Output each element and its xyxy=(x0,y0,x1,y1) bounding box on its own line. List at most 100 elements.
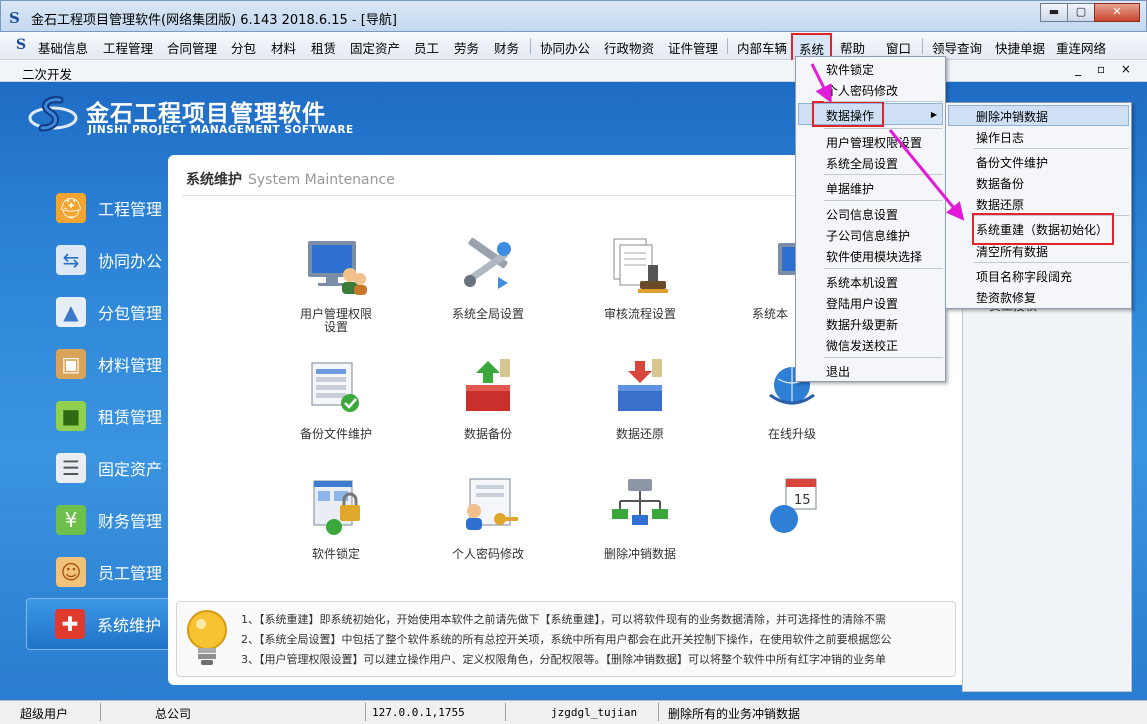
tile-calendar-globe[interactable]: 15 xyxy=(732,475,852,548)
menu-item-data-upgrade[interactable]: 数据升级更新 xyxy=(826,316,898,333)
menu-materials[interactable]: 材料 xyxy=(271,38,296,57)
menu-staff[interactable]: 员工 xyxy=(414,38,439,57)
stamp-document-icon xyxy=(613,238,668,293)
menu-item-module-select[interactable]: 软件使用模块选择 xyxy=(826,248,922,265)
menu-item-expand-project-field[interactable]: 项目名称字段阔充 xyxy=(976,268,1072,285)
maximize-button[interactable]: ▢ xyxy=(1067,3,1095,22)
menu-quick-docs[interactable]: 快捷单据 xyxy=(995,38,1045,57)
left-nav: ⛑ 工程管理 ⇆ 协同办公 ▲ 分包管理 ▣ 材料管理 ■ 租赁管理 ☰ 固定资… xyxy=(26,182,171,650)
menu-item-subsidiary-info[interactable]: 子公司信息维护 xyxy=(826,227,910,244)
menu-separator xyxy=(530,38,531,54)
secondary-toolbar: 二次开发 _ ▫ × xyxy=(0,60,1147,82)
status-server: 127.0.0.1,1755 xyxy=(372,706,465,719)
nav-materials[interactable]: ▣ 材料管理 xyxy=(26,338,171,390)
tips-text: 1、【系统重建】即系统初始化，开始使用本软件之前请先做下【系统重建】，可以将软件… xyxy=(241,610,955,670)
close-button[interactable]: ✕ xyxy=(1094,3,1140,22)
menu-basic-info[interactable]: 基础信息 xyxy=(38,38,88,57)
nav-label: 员工管理 xyxy=(98,564,163,583)
menu-item-document-maintenance[interactable]: 单据维护 xyxy=(826,180,874,197)
menu-separator xyxy=(727,38,728,54)
menu-certificates[interactable]: 证件管理 xyxy=(668,38,718,57)
nav-lease[interactable]: ■ 租赁管理 xyxy=(26,390,171,442)
red-annotation-box xyxy=(972,213,1114,245)
menu-item-user-permission[interactable]: 用户管理权限设置 xyxy=(826,134,922,151)
window-titlebar: S 金石工程项目管理软件(网络集团版) 6.143 2018.6.15 - [导… xyxy=(0,0,1147,32)
menu-contract-management[interactable]: 合同管理 xyxy=(167,38,217,57)
nav-staff[interactable]: ☺ 员工管理 xyxy=(26,546,171,598)
menu-item-global-settings[interactable]: 系统全局设置 xyxy=(826,155,898,172)
nav-finance[interactable]: ¥ 财务管理 xyxy=(26,494,171,546)
nav-system-maintenance[interactable]: ✚ 系统维护 xyxy=(26,598,171,650)
user-monitor-icon xyxy=(308,241,367,295)
panel-title-cn: 系统维护 xyxy=(186,172,242,188)
panel-title: 系统维护 System Maintenance xyxy=(186,169,395,189)
database-restore-icon xyxy=(618,359,662,411)
tile-data-restore[interactable]: 数据还原 xyxy=(580,355,700,441)
menu-separator xyxy=(824,357,943,358)
mdi-window-controls[interactable]: _ ▫ × xyxy=(1075,62,1137,76)
status-divider xyxy=(505,703,506,721)
tile-user-permission[interactable]: 用户管理权限设置 xyxy=(276,235,396,334)
nav-project-management[interactable]: ⛑ 工程管理 xyxy=(26,182,171,234)
tile-software-lock[interactable]: 软件锁定 xyxy=(276,475,396,561)
tile-label: 用户管理权限设置 xyxy=(299,307,372,334)
brand-logo-icon xyxy=(28,96,78,132)
menu-subcontract[interactable]: 分包 xyxy=(231,38,256,57)
tile-label: 个人密码修改 xyxy=(451,547,524,561)
tile-label: 数据备份 xyxy=(463,427,512,441)
menu-window[interactable]: 窗口 xyxy=(886,38,911,57)
tile-backup-files[interactable]: 备份文件维护 xyxy=(276,355,396,441)
brand-name-cn: 金石工程项目管理软件 xyxy=(86,101,326,127)
menu-item-company-info[interactable]: 公司信息设置 xyxy=(826,206,898,223)
menu-item-wechat-correction[interactable]: 微信发送校正 xyxy=(826,337,898,354)
menu-fixed-assets[interactable]: 固定资产 xyxy=(350,38,400,57)
backup-list-icon xyxy=(311,362,359,412)
menu-item-advance-repair[interactable]: 垫资款修复 xyxy=(976,289,1036,306)
menu-lease[interactable]: 租赁 xyxy=(311,38,336,57)
menu-project-management[interactable]: 工程管理 xyxy=(103,38,153,57)
menu-leader-query[interactable]: 领导查询 xyxy=(932,38,982,57)
menu-secondary-dev[interactable]: 二次开发 xyxy=(22,64,72,83)
nav-subcontract[interactable]: ▲ 分包管理 xyxy=(26,286,171,338)
tile-label: 在线升级 xyxy=(767,427,816,441)
menu-help[interactable]: 帮助 xyxy=(840,38,865,57)
tile-global-settings[interactable]: 系统全局设置 xyxy=(428,235,548,321)
menu-separator xyxy=(824,128,943,129)
tip-line: 1、【系统重建】即系统初始化，开始使用本软件之前请先做下【系统重建】，可以将软件… xyxy=(241,613,886,626)
tile-delete-offset-data[interactable]: 删除冲销数据 xyxy=(580,475,700,561)
menu-separator xyxy=(824,200,943,201)
tip-line: 3、【用户管理权限设置】可以建立操作用户、定义权限角色，分配权限等。【删除冲销数… xyxy=(241,653,886,666)
minimize-button[interactable]: ▬ xyxy=(1040,3,1068,22)
menu-item-data-backup[interactable]: 数据备份 xyxy=(976,175,1024,192)
menu-item-exit[interactable]: 退出 xyxy=(826,363,850,380)
menu-item-change-password[interactable]: 个人密码修改 xyxy=(826,82,898,99)
menu-item-data-operation[interactable]: 数据操作 xyxy=(826,107,874,124)
menu-labor[interactable]: 劳务 xyxy=(454,38,479,57)
system-menu: 软件锁定 个人密码修改 数据操作 ▶ 用户管理权限设置 系统全局设置 单据维护 … xyxy=(795,56,946,382)
nav-label: 租赁管理 xyxy=(98,408,163,427)
menu-reconnect[interactable]: 重连网络 xyxy=(1056,38,1106,57)
menu-item-local-settings[interactable]: 系统本机设置 xyxy=(826,274,898,291)
status-divider xyxy=(365,703,366,721)
menu-collab-office[interactable]: 协同办公 xyxy=(540,38,590,57)
nav-label: 材料管理 xyxy=(98,356,163,375)
nav-fixed-assets[interactable]: ☰ 固定资产 xyxy=(26,442,171,494)
status-database: jzgdgl_tujian xyxy=(551,706,638,719)
tile-change-password[interactable]: 个人密码修改 xyxy=(428,475,548,561)
toolbox-icon: ✚ xyxy=(55,609,85,639)
menu-item-clear-all-data[interactable]: 清空所有数据 xyxy=(976,243,1048,260)
lock-window-icon xyxy=(313,480,360,535)
menu-item-operation-log[interactable]: 操作日志 xyxy=(976,129,1024,146)
tile-approval-flow[interactable]: 审核流程设置 xyxy=(580,235,700,321)
menu-admin-supplies[interactable]: 行政物资 xyxy=(604,38,654,57)
worker-icon: ⛑ xyxy=(56,193,86,223)
menu-item-data-restore[interactable]: 数据还原 xyxy=(976,196,1024,213)
menu-finance[interactable]: 财务 xyxy=(494,38,519,57)
menu-item-software-lock[interactable]: 软件锁定 xyxy=(826,61,874,78)
tile-data-backup[interactable]: 数据备份 xyxy=(428,355,548,441)
nav-collab-office[interactable]: ⇆ 协同办公 xyxy=(26,234,171,286)
menu-item-backup-files[interactable]: 备份文件维护 xyxy=(976,154,1048,171)
menu-item-login-user[interactable]: 登陆用户设置 xyxy=(826,295,898,312)
menu-vehicles[interactable]: 内部车辆 xyxy=(737,38,787,57)
menu-item-delete-offset[interactable]: 删除冲销数据 xyxy=(976,108,1048,125)
